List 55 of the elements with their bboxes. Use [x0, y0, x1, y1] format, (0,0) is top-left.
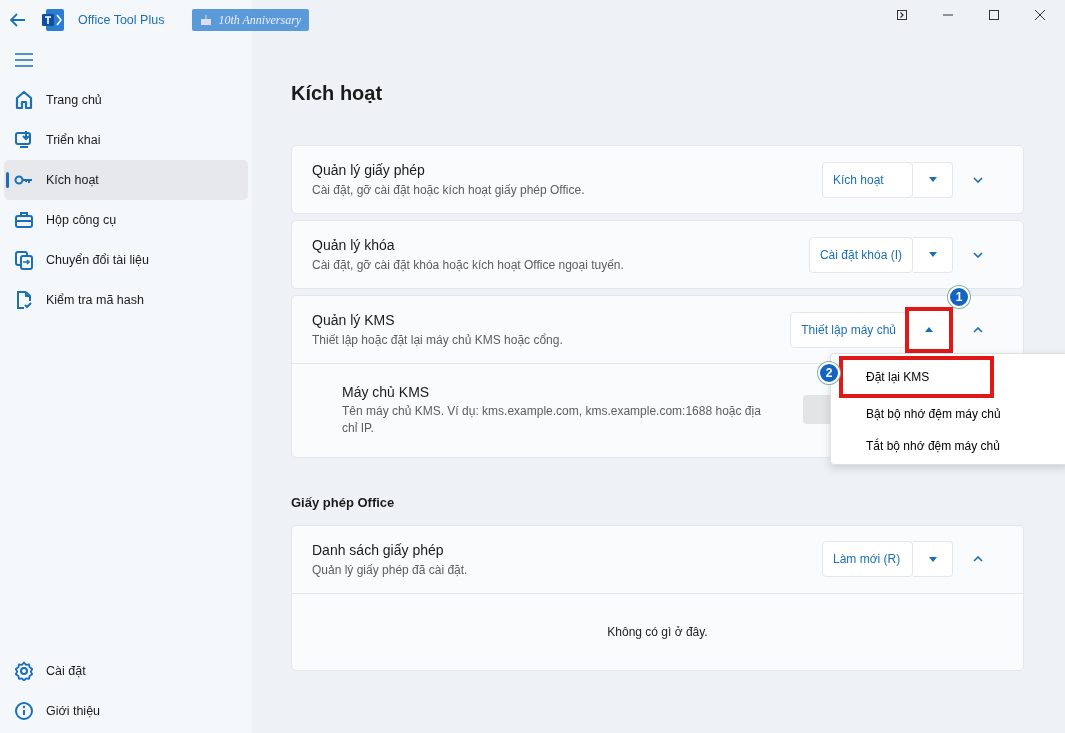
sidebar-item[interactable]: Trang chủ — [4, 80, 248, 120]
download-monitor-icon — [14, 130, 34, 150]
minimize-icon — [943, 14, 953, 16]
caret-down-icon[interactable] — [928, 252, 937, 257]
cake-icon — [200, 15, 213, 25]
setting-description: Tên máy chủ KMS. Ví dụ: kms.example.com, kms.example.com:1688 hoặc địa chỉ IP. — [342, 402, 762, 437]
compact-icon — [897, 10, 907, 20]
anniversary-badge: 10th Anniversary — [192, 9, 310, 31]
card-description: Cài đặt, gỡ cài đặt khóa hoặc kích hoạt Office ngoại tuyến. — [312, 257, 625, 274]
home-icon — [14, 90, 34, 110]
card-description: Quản lý giấy phép đã cài đặt. — [312, 561, 469, 579]
split-button[interactable]: Thiết lập máy chủ — [790, 311, 907, 348]
sidebar-item[interactable]: Giới thiệu — [4, 691, 248, 731]
step-number: 1 — [948, 286, 970, 308]
sidebar-item[interactable]: Kiểm tra mã hash — [4, 280, 248, 320]
split-button[interactable]: Kích hoạt — [822, 161, 913, 198]
split-button[interactable]: Làm mới (R) — [822, 541, 913, 577]
caret-down-icon[interactable] — [928, 177, 937, 182]
step-number: 2 — [818, 362, 840, 384]
card-description: Thiết lập hoặc đặt lại máy chủ KMS hoặc cổng. — [312, 332, 564, 349]
app-name: Office Tool Plus — [78, 11, 165, 29]
setting-title: Máy chủ KMS — [342, 382, 431, 402]
sidebar-item[interactable]: Chuyển đổi tài liệu — [4, 240, 248, 280]
section-title: Giấy phép Office — [291, 494, 396, 512]
document-check-icon — [14, 290, 34, 310]
split-button[interactable]: Cài đặt khóa (I) — [808, 236, 913, 273]
chevron-up-icon — [973, 556, 983, 562]
card-title: Quản lý giấy phép — [312, 161, 426, 180]
chevron-down-icon — [973, 176, 983, 183]
settings-icon — [14, 661, 34, 681]
empty-message: Không có gì ở đây. — [607, 623, 708, 641]
card-title: Quản lý khóa — [312, 236, 396, 255]
card-description: Cài đặt, gỡ cài đặt hoặc kích hoạt giấy phép Office. — [312, 182, 586, 199]
sidebar-item[interactable]: Kích hoạt — [4, 160, 248, 200]
sidebar-item[interactable]: Cài đặt — [4, 651, 248, 691]
document-convert-icon — [14, 250, 34, 270]
menu-item[interactable]: Bật bộ nhớ đệm máy chủ — [831, 398, 1065, 430]
dropdown-toggle-button[interactable] — [905, 306, 953, 353]
card-title: Quản lý KMS — [312, 311, 396, 330]
app-logo-icon — [42, 9, 64, 31]
card-title: Danh sách giấy phép — [312, 540, 445, 560]
chevron-up-icon — [973, 326, 983, 333]
info-icon — [14, 701, 34, 721]
maximize-icon — [989, 10, 999, 20]
chevron-down-icon — [973, 251, 983, 258]
caret-down-icon[interactable] — [928, 556, 937, 562]
toolbox-icon — [14, 210, 34, 230]
back-arrow-icon — [10, 13, 26, 27]
sidebar-item[interactable]: Hộp công cụ — [4, 200, 248, 240]
close-icon — [1035, 10, 1045, 20]
caret-up-icon[interactable] — [925, 327, 933, 332]
menu-icon — [15, 53, 33, 67]
page-title: Kích hoạt — [291, 81, 384, 106]
sidebar-item[interactable]: Triển khai — [4, 120, 248, 160]
menu-item[interactable]: Tắt bộ nhớ đệm máy chủ — [831, 430, 1065, 462]
